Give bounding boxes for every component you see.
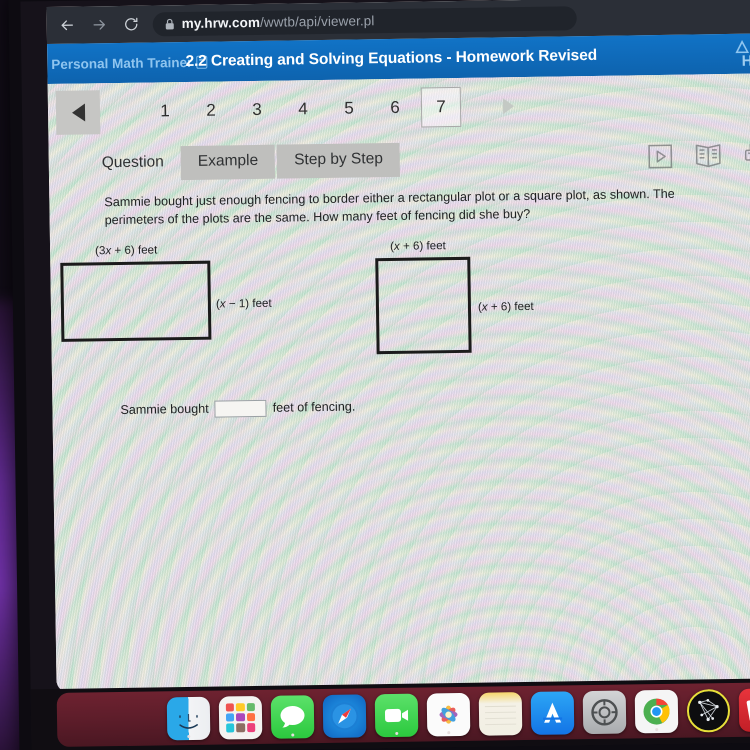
answer-input[interactable] xyxy=(214,399,267,418)
square-top-label: (x + 6) feet xyxy=(389,238,446,253)
video-icon[interactable] xyxy=(648,144,673,169)
book-icon[interactable] xyxy=(695,143,722,168)
square-plot xyxy=(375,256,472,354)
back-arrow-icon[interactable] xyxy=(57,15,77,35)
page-number-5[interactable]: 5 xyxy=(326,90,373,127)
running-dot xyxy=(395,731,399,735)
hmh-logo: HMH xyxy=(735,39,750,69)
answer-suffix: feet of fencing. xyxy=(272,399,356,415)
photos-icon[interactable] xyxy=(426,692,471,736)
tab-example[interactable]: Example xyxy=(180,144,276,181)
browser-window: my.hrw.com/wwtb/api/viewer.pl Personal M… xyxy=(46,0,750,693)
question-text: Sammie bought just enough fencing to bor… xyxy=(104,186,675,228)
tab-question[interactable]: Question xyxy=(85,146,182,181)
brand-label: Personal Math Trainer xyxy=(51,54,193,72)
content-area: 1 2 3 4 5 6 7 Question Example Step by S… xyxy=(47,73,750,693)
facetime-icon[interactable] xyxy=(374,693,419,737)
next-page-button[interactable] xyxy=(491,89,526,124)
rectangle-plot xyxy=(60,260,212,342)
previous-page-button[interactable] xyxy=(55,90,101,135)
print-icon[interactable] xyxy=(744,142,750,167)
answer-prefix: Sammie bought xyxy=(120,401,209,418)
notes-icon[interactable] xyxy=(478,691,523,736)
tab-step-by-step[interactable]: Step by Step xyxy=(276,142,401,179)
running-dot xyxy=(187,734,191,738)
brand-personal-math-trainer[interactable]: Personal Math Trainer xyxy=(51,54,208,72)
rectangle-top-label: (3x + 6) feet xyxy=(94,242,158,257)
page-number-4[interactable]: 4 xyxy=(280,91,327,128)
pagination: 1 2 3 4 5 6 7 xyxy=(48,73,750,142)
screen-photo: my.hrw.com/wwtb/api/viewer.pl Personal M… xyxy=(0,0,750,750)
laptop-screen: my.hrw.com/wwtb/api/viewer.pl Personal M… xyxy=(20,0,750,750)
page-number-3[interactable]: 3 xyxy=(234,92,281,129)
url-bar[interactable]: my.hrw.com/wwtb/api/viewer.pl xyxy=(152,5,577,36)
book-small-icon xyxy=(196,55,208,69)
url-path: /wwtb/api/viewer.pl xyxy=(259,13,375,30)
left-triangle-icon xyxy=(71,103,85,122)
page-number-7-current[interactable]: 7 xyxy=(420,86,462,128)
network-graph-icon[interactable] xyxy=(686,688,731,733)
hmh-logo-text: HMH xyxy=(741,51,750,70)
dock xyxy=(56,682,750,747)
url-host: my.hrw.com xyxy=(181,14,261,32)
running-dot xyxy=(447,730,451,734)
forward-arrow-icon[interactable] xyxy=(89,15,109,35)
finder-icon[interactable] xyxy=(166,696,211,740)
square-side-label: (x + 6) feet xyxy=(477,299,534,314)
system-preferences-icon[interactable] xyxy=(582,690,627,734)
running-dot xyxy=(291,732,295,737)
lock-icon xyxy=(165,18,174,29)
messages-icon[interactable] xyxy=(270,694,315,739)
launchpad-icon[interactable] xyxy=(218,695,263,740)
cards-icon[interactable] xyxy=(738,687,750,732)
laptop-bezel: my.hrw.com/wwtb/api/viewer.pl Personal M… xyxy=(8,0,750,750)
safari-icon[interactable] xyxy=(322,693,367,738)
answer-line: Sammie bought feet of fencing. xyxy=(120,392,750,419)
page-number-1[interactable]: 1 xyxy=(142,93,189,130)
dock-area xyxy=(30,678,750,750)
reload-icon[interactable] xyxy=(121,14,141,34)
app-store-icon[interactable] xyxy=(530,690,575,735)
rectangle-side-label: (x − 1) feet xyxy=(215,296,272,311)
chrome-icon[interactable] xyxy=(634,689,679,733)
figures-area: (3x + 6) feet (x − 1) feet (x + 6) feet xyxy=(50,234,750,375)
running-dot xyxy=(655,727,659,731)
right-triangle-icon xyxy=(502,98,514,115)
tool-buttons xyxy=(648,142,750,169)
page-number-6[interactable]: 6 xyxy=(372,90,419,127)
page-number-2[interactable]: 2 xyxy=(188,92,235,129)
page-number-list: 1 2 3 4 5 6 7 xyxy=(142,86,462,132)
